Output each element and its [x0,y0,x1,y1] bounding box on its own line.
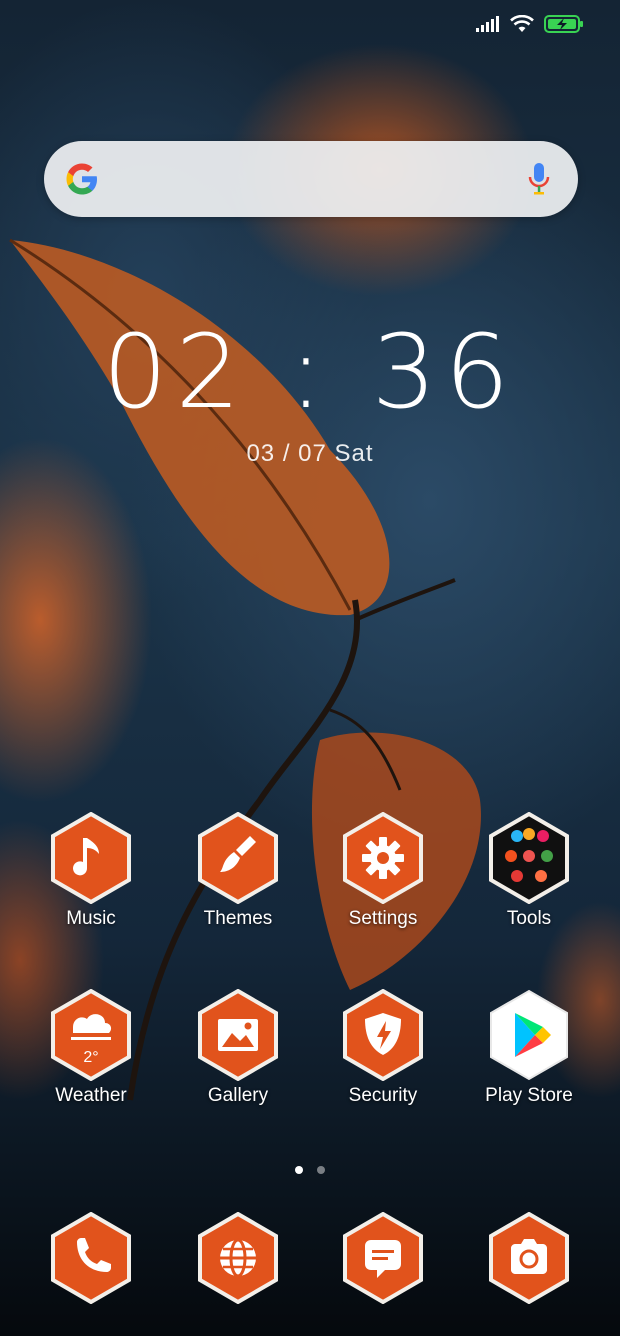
tools-folder-icon [487,812,571,904]
page-dot-active[interactable] [294,1166,303,1174]
app-security[interactable]: Security [321,989,445,1107]
browser-globe-icon [196,1212,280,1304]
weather-temperature: 2° [83,1049,99,1066]
app-label: Gallery [207,1085,269,1106]
google-search-bar[interactable] [44,141,578,217]
shield-bolt-icon [341,989,425,1081]
app-music[interactable]: Music [29,812,153,930]
app-label: Music [66,908,116,929]
app-label: Weather [55,1085,127,1106]
status-bar [476,14,584,34]
dock-messages[interactable] [321,1212,445,1304]
clock-date: 03 / 07 Sat [246,440,374,467]
page-dot[interactable] [317,1166,326,1174]
app-tools-folder[interactable]: Tools [467,812,591,930]
page-indicator[interactable] [0,1161,620,1179]
dock-camera[interactable] [467,1212,591,1304]
app-settings[interactable]: Settings [321,812,445,930]
app-label: Play Store [485,1085,573,1106]
play-store-icon [487,989,571,1081]
app-label: Tools [506,908,552,929]
phone-icon [49,1212,133,1304]
google-logo-icon [66,163,97,195]
dock-browser[interactable] [176,1212,300,1304]
music-icon [49,812,133,904]
picture-icon [196,989,280,1081]
signal-icon [476,16,499,32]
app-gallery[interactable]: Gallery [176,989,300,1107]
mic-icon[interactable] [528,161,550,197]
app-themes[interactable]: Themes [176,812,300,930]
app-label: Themes [203,908,273,929]
clock-time[interactable]: 02 : 36 [0,318,620,428]
battery-charging-icon [544,15,583,33]
app-label: Security [348,1085,418,1106]
gear-icon [341,812,425,904]
dock-phone[interactable] [29,1212,153,1304]
app-label: Settings [348,908,418,929]
app-weather[interactable]: 2° Weather [29,989,153,1107]
weather-cloud-icon: 2° [49,989,133,1081]
messages-icon [341,1212,425,1304]
camera-icon [487,1212,571,1304]
wifi-icon [510,15,534,32]
paintbrush-icon [196,812,280,904]
app-play-store[interactable]: Play Store [467,989,591,1107]
